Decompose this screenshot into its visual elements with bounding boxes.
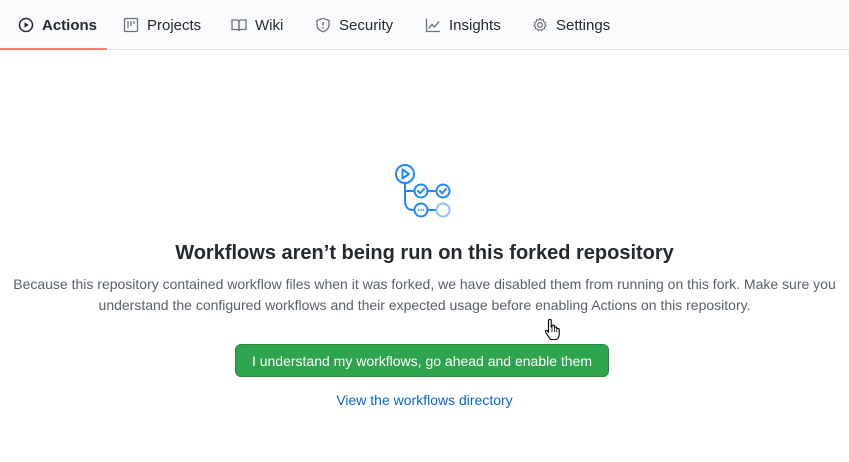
tab-settings[interactable]: Settings bbox=[532, 0, 610, 50]
enable-workflows-button[interactable]: I understand my workflows, go ahead and … bbox=[235, 344, 609, 377]
book-icon bbox=[231, 17, 247, 33]
tab-label: Projects bbox=[147, 16, 202, 34]
tab-wiki[interactable]: Wiki bbox=[231, 0, 283, 50]
graph-icon bbox=[425, 17, 441, 33]
tab-projects[interactable]: Projects bbox=[123, 0, 201, 50]
description-line-1: Because this repository contained workfl… bbox=[13, 276, 836, 292]
hand-cursor-icon bbox=[544, 318, 562, 342]
description-line-2: understand the configured workflows and … bbox=[98, 297, 751, 313]
tab-label: Insights bbox=[449, 16, 501, 34]
repo-tabnav: Actions Projects Wiki Security Insights … bbox=[0, 0, 849, 50]
project-icon bbox=[123, 17, 139, 33]
tab-label: Wiki bbox=[255, 16, 284, 34]
tab-label: Actions bbox=[42, 16, 98, 34]
actions-blankslate: Workflows aren’t being run on this forke… bbox=[0, 50, 849, 462]
tab-actions[interactable]: Actions bbox=[18, 0, 97, 50]
play-icon bbox=[18, 17, 34, 33]
tab-security[interactable]: Security bbox=[315, 0, 393, 50]
blankslate-title: Workflows aren’t being run on this forke… bbox=[175, 242, 674, 264]
tab-insights[interactable]: Insights bbox=[425, 0, 501, 50]
tab-label: Settings bbox=[556, 16, 611, 34]
workflows-directory-link[interactable]: View the workflows directory bbox=[0, 392, 849, 408]
gear-icon bbox=[532, 17, 548, 33]
tab-label: Security bbox=[339, 16, 394, 34]
shield-icon bbox=[315, 17, 331, 33]
workflow-icon bbox=[392, 162, 452, 222]
blankslate-description: Because this repository contained workfl… bbox=[0, 274, 849, 316]
